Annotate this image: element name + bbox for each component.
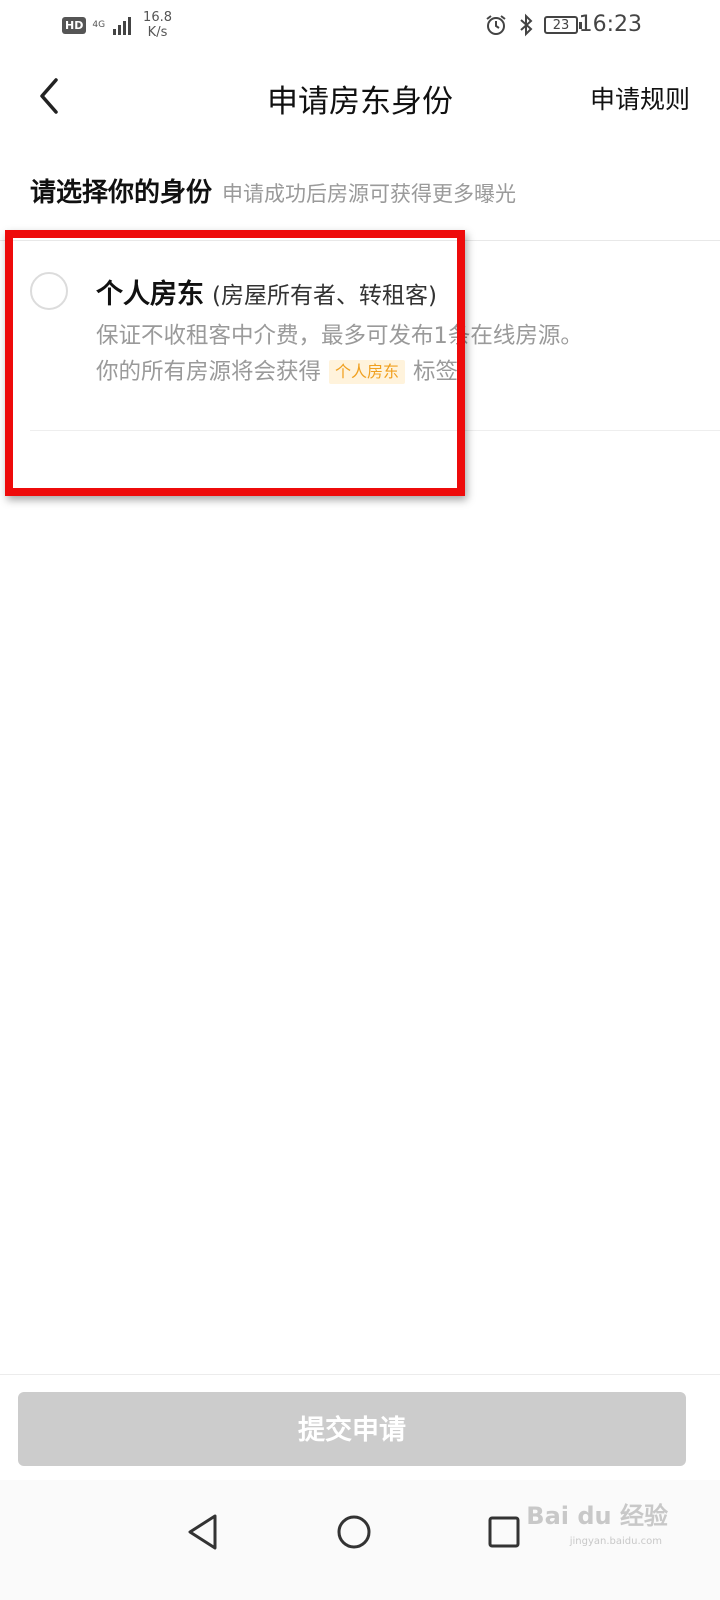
radio-button[interactable] [30, 272, 68, 310]
section-heading: 请选择你的身份 申请成功后房源可获得更多曝光 [30, 172, 516, 209]
description-prefix: 你的所有房源将会获得 [96, 359, 322, 385]
status-bar: HD 4G 16.8 K/s 23 16:23 [0, 0, 720, 52]
triangle-back-icon [188, 1514, 217, 1550]
description-line-2: 你的所有房源将会获得 个人房东 标签 [96, 354, 696, 390]
nav-home-button[interactable] [332, 1510, 376, 1554]
section-title: 请选择你的身份 [30, 178, 213, 208]
status-right: 23 [484, 13, 582, 37]
battery-icon: 23 [544, 16, 582, 34]
section-hint: 申请成功后房源可获得更多曝光 [222, 182, 517, 206]
identity-option-personal-landlord[interactable]: 个人房东 (房屋所有者、转租客) 保证不收租客中介费，最多可发布1条在线房源。 … [0, 242, 720, 432]
personal-landlord-tag: 个人房东 [329, 360, 406, 384]
square-recents-icon [488, 1516, 520, 1548]
clock: 16:23 [578, 12, 642, 37]
option-subtitle: (房屋所有者、转租客) [212, 283, 437, 309]
top-nav-bar: 申请房东身份 申请规则 [0, 60, 720, 132]
status-left: HD 4G 16.8 K/s [62, 10, 172, 40]
nav-back-button[interactable] [182, 1510, 226, 1554]
bluetooth-icon [520, 13, 533, 37]
circle-home-icon [337, 1515, 371, 1549]
network-type: 4G [92, 19, 106, 30]
hd-badge: HD [62, 16, 87, 34]
nav-recents-button[interactable] [482, 1510, 526, 1554]
baidu-watermark: Bai du 经验 [526, 1502, 668, 1530]
signal-icon [113, 15, 132, 35]
battery-level: 23 [552, 17, 570, 33]
option-description: 保证不收租客中介费，最多可发布1条在线房源。 你的所有房源将会获得 个人房东 标签 [96, 318, 696, 390]
divider [0, 240, 720, 241]
divider [30, 430, 720, 431]
alarm-icon [486, 15, 506, 35]
baidu-watermark-url: jingyan.baidu.com [569, 1536, 662, 1547]
network-speed: 16.8 K/s [143, 10, 172, 40]
description-suffix: 标签 [413, 359, 459, 385]
description-line-1: 保证不收租客中介费，最多可发布1条在线房源。 [96, 323, 583, 349]
option-title-row: 个人房东 (房屋所有者、转租客) [96, 272, 437, 311]
option-title: 个人房东 [96, 279, 204, 310]
speed-unit: K/s [147, 25, 168, 40]
speed-value: 16.8 [143, 10, 172, 25]
submit-application-button[interactable]: 提交申请 [18, 1392, 686, 1466]
rules-link[interactable]: 申请规则 [590, 80, 690, 116]
divider [0, 1374, 720, 1375]
